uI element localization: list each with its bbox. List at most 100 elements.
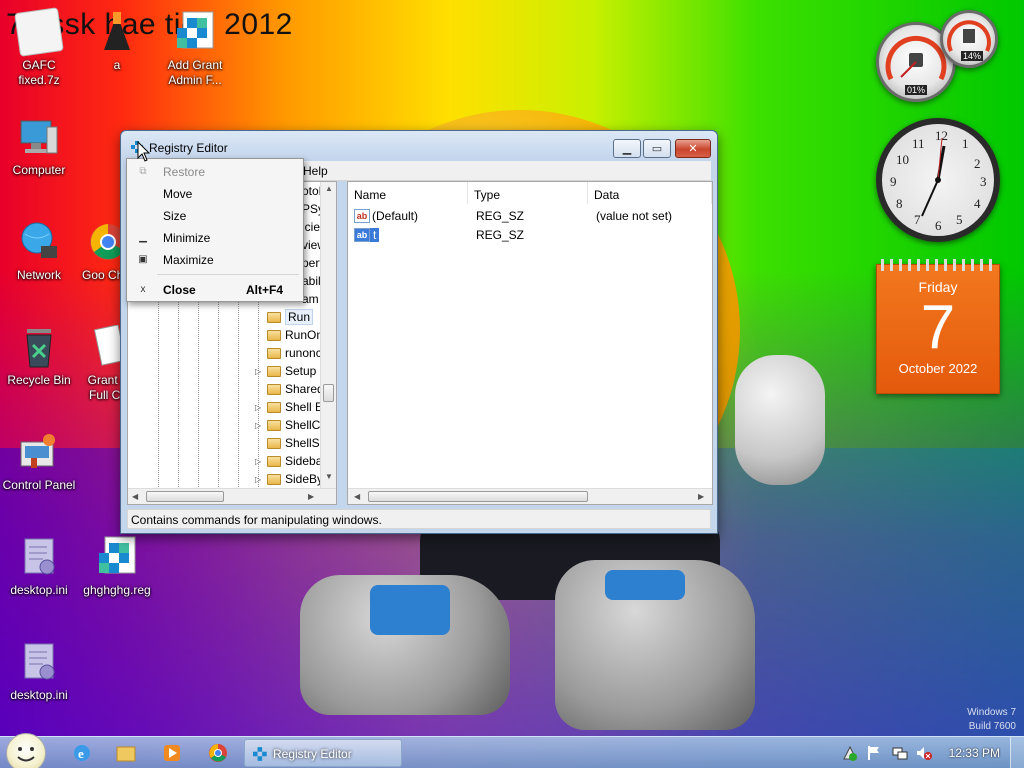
- minimize-button[interactable]: ▁: [613, 139, 641, 158]
- desktop-icon-recycle-bin[interactable]: Recycle Bin: [0, 325, 78, 388]
- values-horizontal-scrollbar[interactable]: ◀ ▶: [348, 488, 712, 504]
- tree-item-shareddlls[interactable]: Sharedl: [255, 380, 326, 398]
- archive-file-icon: [14, 7, 64, 57]
- tree-horizontal-scrollbar[interactable]: ◀ ▶: [128, 488, 336, 504]
- folder-icon: [267, 365, 281, 377]
- folder-icon: [267, 311, 281, 323]
- tree-item-runonce[interactable]: RunOn: [255, 326, 323, 344]
- scroll-right-arrow-icon[interactable]: ▶: [698, 492, 704, 501]
- column-header-name[interactable]: Name: [348, 182, 468, 204]
- tree-item-shellservice[interactable]: ShellSe: [255, 434, 326, 452]
- desktop-icon-control-panel[interactable]: Control Panel: [0, 430, 78, 493]
- maximize-button[interactable]: ▭: [643, 139, 671, 158]
- calendar-gadget[interactable]: Friday 7 October 2022: [876, 259, 1000, 394]
- folder-icon: [267, 383, 281, 395]
- expand-arrow-icon[interactable]: ▷: [255, 421, 267, 430]
- clock-gadget[interactable]: 12 1 2 3 4 5 6 7 8 9 10 11: [876, 118, 1000, 242]
- menu-item-maximize[interactable]: ▣ Maximize: [127, 249, 303, 271]
- menu-item-size[interactable]: Size: [127, 205, 303, 227]
- taskbar-ie-button[interactable]: e: [62, 741, 102, 765]
- taskbar: e Registry Editor 12:33 PM: [0, 733, 1024, 768]
- menu-item-move[interactable]: Move: [127, 183, 303, 205]
- chrome-icon: [209, 744, 227, 762]
- start-smiley-icon: [17, 747, 35, 762]
- desktop-icon-a[interactable]: a: [78, 10, 156, 73]
- wallpaper-mascot-hand: [735, 355, 825, 485]
- show-desktop-button[interactable]: [1010, 737, 1024, 768]
- desktop-icon-network[interactable]: Network: [0, 220, 78, 283]
- minimize-icon: ▁: [139, 232, 147, 243]
- registry-value-row[interactable]: ab t REG_SZ: [348, 225, 712, 244]
- scroll-left-arrow-icon[interactable]: ◀: [132, 492, 138, 501]
- tree-item-run[interactable]: Run: [255, 308, 314, 326]
- network-tray-icon[interactable]: [892, 745, 908, 761]
- scroll-left-arrow-icon[interactable]: ◀: [354, 492, 360, 501]
- calendar-date: 7: [920, 293, 956, 362]
- registry-file-icon: [173, 10, 217, 54]
- flag-icon[interactable]: [866, 745, 882, 761]
- tree-vertical-scrollbar[interactable]: ▲ ▼: [320, 182, 336, 488]
- expand-arrow-icon[interactable]: ▷: [255, 367, 267, 376]
- action-center-icon[interactable]: [842, 745, 858, 761]
- folder-icon: [267, 347, 281, 359]
- minimize-icon: ▁: [622, 143, 632, 155]
- taskbar-task-registry-editor[interactable]: Registry Editor: [244, 739, 402, 767]
- start-button[interactable]: [6, 733, 46, 768]
- os-build-watermark: Windows 7 Build 7600: [967, 707, 1016, 732]
- menu-item-minimize[interactable]: ▁ Minimize: [127, 227, 303, 249]
- expand-arrow-icon[interactable]: ▷: [255, 475, 267, 484]
- desktop-icon-add-grant[interactable]: Add Grant Admin F...: [156, 10, 234, 88]
- tree-item-sidebyside[interactable]: ▷ SideBy: [255, 470, 323, 488]
- desktop-icon-computer[interactable]: Computer: [0, 115, 78, 178]
- desktop-icon-desktop-ini-2[interactable]: desktop.ini: [0, 640, 78, 703]
- scroll-up-arrow-icon[interactable]: ▲: [325, 184, 333, 193]
- expand-arrow-icon[interactable]: ▷: [255, 457, 267, 466]
- folder-icon: [116, 746, 136, 762]
- tree-item-sidebar[interactable]: ▷ Sidebar: [255, 452, 326, 470]
- cpu-percent: 01%: [905, 85, 928, 95]
- taskbar-media-player-button[interactable]: [152, 741, 192, 765]
- registry-file-icon: [95, 535, 139, 579]
- memory-meter-gadget[interactable]: 14%: [940, 10, 998, 68]
- tree-item-setup[interactable]: ▷ Setup: [255, 362, 316, 380]
- mouse-cursor-icon: [137, 141, 151, 162]
- tree-item-shellcompat[interactable]: ▷ ShellCo: [255, 416, 327, 434]
- taskbar-chrome-button[interactable]: [198, 741, 238, 765]
- calendar-rings: [881, 259, 995, 271]
- string-value-icon: ab: [354, 228, 370, 242]
- maximize-icon: ▣: [138, 254, 148, 265]
- taskbar-clock[interactable]: 12:33 PM: [949, 746, 1000, 760]
- scroll-thumb[interactable]: [368, 491, 588, 502]
- menu-item-restore[interactable]: ⧉ Restore: [127, 161, 303, 183]
- tree-item-clipped[interactable]: am: [302, 292, 319, 306]
- tree-item-shell-extensions[interactable]: ▷ Shell Ex: [255, 398, 329, 416]
- scroll-thumb[interactable]: [323, 384, 334, 402]
- calendar-month-year: October 2022: [898, 361, 978, 376]
- registry-value-row[interactable]: ab (Default) REG_SZ (value not set): [348, 206, 712, 225]
- scroll-thumb[interactable]: [146, 491, 224, 502]
- svg-text:e: e: [78, 746, 84, 761]
- scroll-down-arrow-icon[interactable]: ▼: [325, 472, 333, 481]
- menu-item-close[interactable]: x Close Alt+F4: [127, 279, 303, 301]
- folder-icon: [267, 419, 281, 431]
- taskbar-explorer-button[interactable]: [106, 741, 146, 765]
- desktop-icon-ghghghg-reg[interactable]: ghghghg.reg: [78, 535, 156, 598]
- column-header-type[interactable]: Type: [468, 182, 588, 204]
- volume-muted-icon[interactable]: [916, 745, 932, 761]
- internet-explorer-icon: e: [74, 745, 90, 761]
- tree-item-runonce-ex[interactable]: runonc: [255, 344, 322, 362]
- menu-help[interactable]: Help: [303, 164, 328, 178]
- close-icon: x: [140, 284, 146, 295]
- desktop-icon-desktop-ini-1[interactable]: desktop.ini: [0, 535, 78, 598]
- expand-arrow-icon[interactable]: ▷: [255, 403, 267, 412]
- network-icon: [17, 220, 61, 264]
- close-icon: ✕: [688, 143, 698, 155]
- window-titlebar[interactable]: Registry Editor ▁ ▭ ✕: [121, 131, 717, 161]
- recycle-bin-icon: [17, 325, 61, 369]
- restore-icon: ⧉: [139, 166, 147, 177]
- desktop-icon-gafc[interactable]: GAFC fixed.7z: [0, 7, 78, 88]
- column-header-data[interactable]: Data: [588, 182, 712, 204]
- registry-values-pane[interactable]: Name Type Data ab (Default) REG_SZ (valu…: [347, 181, 713, 505]
- close-button[interactable]: ✕: [675, 139, 711, 158]
- scroll-right-arrow-icon[interactable]: ▶: [308, 492, 314, 501]
